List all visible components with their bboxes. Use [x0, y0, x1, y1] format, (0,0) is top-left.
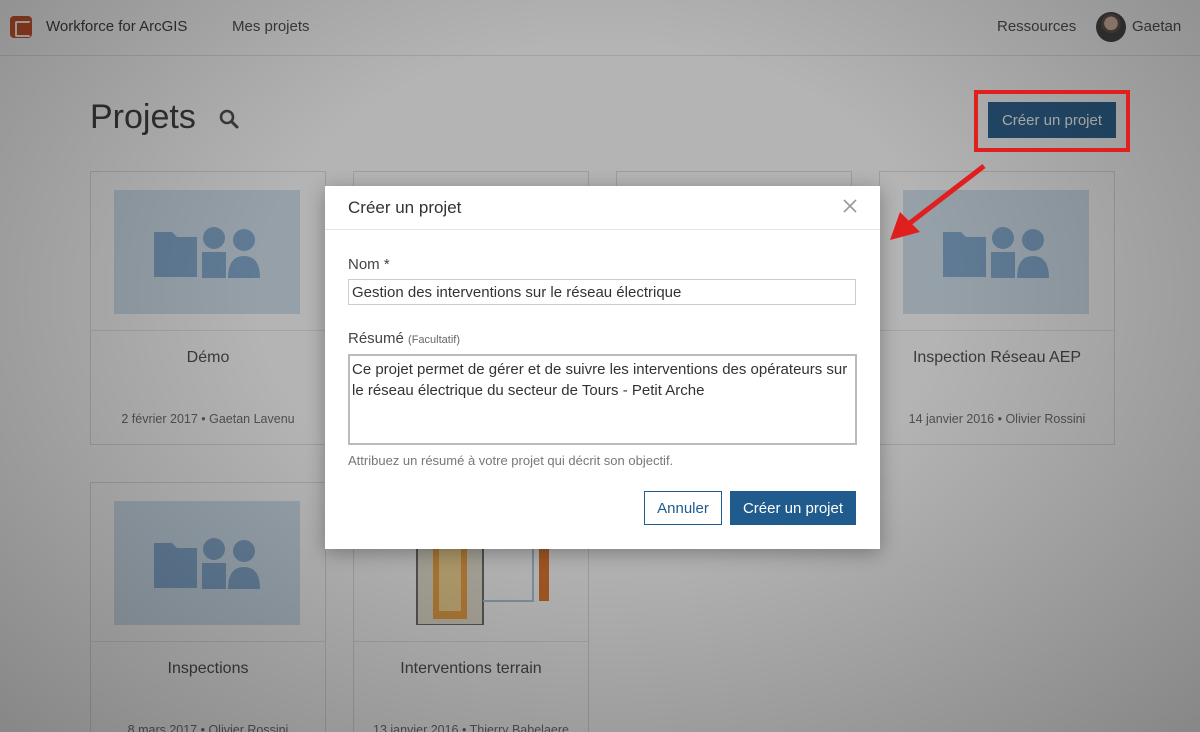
annotation-arrow-icon: [890, 164, 986, 240]
close-icon[interactable]: [840, 196, 860, 216]
create-project-dialog: Créer un projet Nom * Résumé (Facultatif…: [325, 186, 880, 549]
name-label: Nom *: [348, 256, 390, 273]
name-input[interactable]: [348, 279, 856, 305]
confirm-create-project-button[interactable]: Créer un projet: [730, 491, 856, 525]
summary-optional: (Facultatif): [408, 334, 460, 346]
dialog-title: Créer un projet: [348, 198, 462, 217]
summary-label: Résumé (Facultatif): [348, 330, 460, 347]
summary-label-text: Résumé: [348, 330, 404, 347]
annotation-highlight-box: [974, 90, 1130, 152]
summary-help-text: Attribuez un résumé à votre projet qui d…: [348, 453, 674, 468]
cancel-button[interactable]: Annuler: [644, 491, 722, 525]
dialog-header: Créer un projet: [325, 186, 880, 230]
summary-textarea[interactable]: Ce projet permet de gérer et de suivre l…: [348, 354, 857, 445]
